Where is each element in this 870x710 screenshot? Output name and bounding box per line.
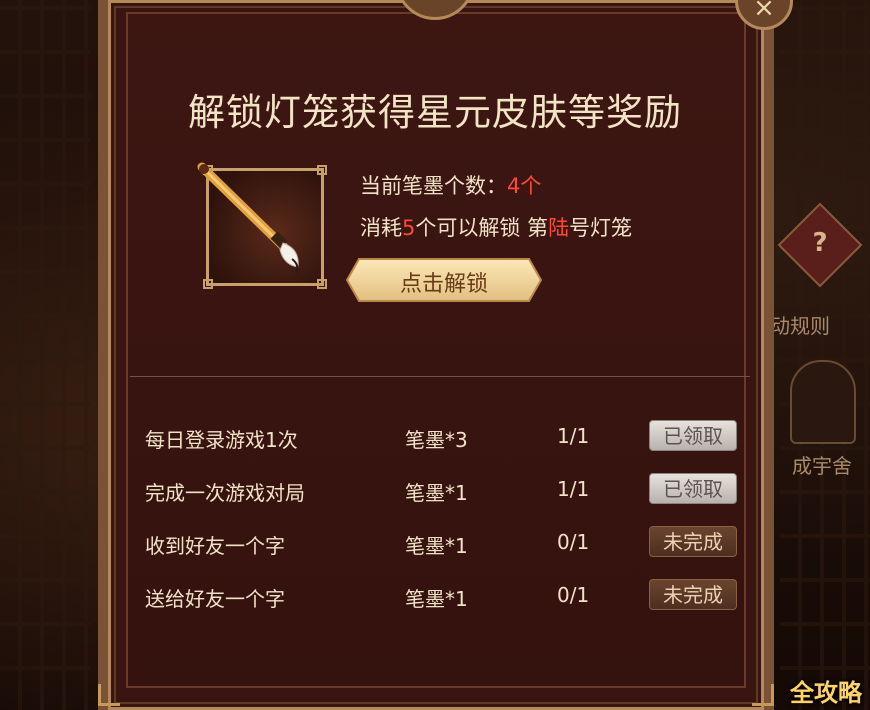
task-progress: 0/1 [557, 530, 590, 554]
task-status-button[interactable]: 未完成 [649, 526, 737, 557]
task-name: 送给好友一个字 [145, 587, 285, 611]
watermark: 全攻略 [790, 679, 862, 707]
cost-value: 5 [402, 216, 416, 240]
divider [130, 376, 750, 377]
current-ink-value: 4个 [507, 174, 542, 198]
task-progress: 1/1 [557, 424, 590, 448]
unlock-cost-line: 消耗5个可以解锁 第陆号灯笼 [360, 212, 632, 242]
cost-suffix: 号灯笼 [569, 216, 633, 240]
task-status-button[interactable]: 未完成 [649, 579, 737, 610]
cost-mid: 个可以解锁 第 [415, 216, 549, 240]
task-reward: 笔墨*1 [405, 534, 468, 558]
lantern-number: 陆 [548, 216, 570, 240]
task-row: 完成一次游戏对局 笔墨*1 1/1 已领取 [0, 469, 870, 509]
rules-label: 动规则 [770, 314, 830, 338]
task-reward: 笔墨*1 [405, 481, 468, 505]
cost-prefix: 消耗 [360, 216, 402, 240]
task-name: 每日登录游戏1次 [145, 428, 298, 452]
task-name: 收到好友一个字 [145, 534, 285, 558]
current-ink-count: 当前笔墨个数：4个 [360, 170, 541, 200]
corner-ornament-bottom-right [752, 684, 774, 706]
task-name: 完成一次游戏对局 [145, 481, 305, 505]
task-row: 每日登录游戏1次 笔墨*3 1/1 已领取 [0, 416, 870, 456]
corner-ornament-bottom-left [98, 684, 120, 706]
panel-title: 解锁灯笼获得星元皮肤等奖励 [188, 91, 682, 134]
task-reward: 笔墨*1 [405, 587, 468, 611]
task-row: 收到好友一个字 笔墨*1 0/1 未完成 [0, 522, 870, 562]
task-progress: 0/1 [557, 583, 590, 607]
task-status-button[interactable]: 已领取 [649, 420, 737, 451]
unlock-button-label: 点击解锁 [399, 272, 488, 297]
close-icon: × [753, 0, 775, 23]
current-ink-label: 当前笔墨个数： [360, 174, 507, 198]
ink-brush-icon [197, 162, 299, 274]
task-reward: 笔墨*3 [405, 428, 468, 452]
question-icon: ? [812, 228, 828, 258]
task-row: 送给好友一个字 笔墨*1 0/1 未完成 [0, 575, 870, 615]
task-progress: 1/1 [557, 477, 590, 501]
task-status-button[interactable]: 已领取 [649, 473, 737, 504]
